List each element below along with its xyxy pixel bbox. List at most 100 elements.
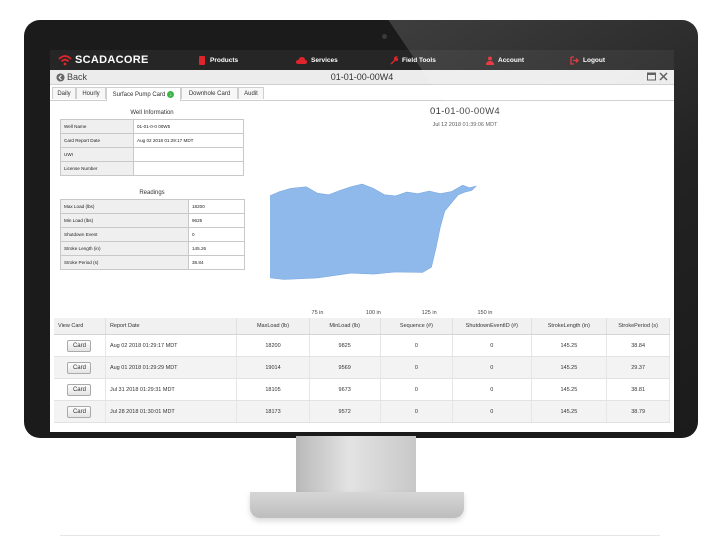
table-header-row: View Card Report Date MaxLoad (lb) MinLo… bbox=[54, 318, 670, 335]
logout-icon bbox=[570, 55, 579, 65]
nav-logout[interactable]: Logout bbox=[570, 54, 605, 66]
nav-logout-label: Logout bbox=[583, 56, 606, 64]
close-icon[interactable] bbox=[659, 72, 668, 81]
camera-dot bbox=[382, 34, 387, 39]
col-header: Report Date bbox=[105, 318, 238, 335]
readings-row: Max Load (lbs) 18200 bbox=[60, 199, 245, 214]
readings-value: 18200 bbox=[188, 199, 245, 214]
page-title: 01-01-00-00W4 bbox=[330, 72, 394, 82]
tab-bar: Daily Hourly Surface Pump Card ↓ Downhol… bbox=[50, 86, 674, 101]
chart-subtitle: Jul 12 2018 01:39:06 MDT bbox=[432, 122, 498, 128]
well-info-value bbox=[133, 147, 244, 162]
readings-table: Max Load (lbs) 18200 Min Load (lbs) 9625 S… bbox=[60, 199, 245, 270]
maximize-icon[interactable] bbox=[647, 72, 656, 81]
monitor-stand-base bbox=[250, 492, 464, 518]
card-history-table: View Card Report Date MaxLoad (lb) MinLo… bbox=[54, 318, 670, 423]
cell-min: 9825 bbox=[309, 334, 381, 357]
tab-daily[interactable]: Daily bbox=[52, 87, 76, 99]
well-info-row: License Number bbox=[60, 161, 244, 176]
logo-text: SCADACORE bbox=[75, 54, 149, 66]
nav-account[interactable]: Account bbox=[486, 54, 524, 66]
col-header: StrokePeriod (s) bbox=[606, 318, 670, 335]
logo[interactable]: SCADACORE bbox=[58, 53, 149, 67]
cell-period: 38.81 bbox=[606, 378, 670, 401]
x-tick-label: 100 in bbox=[366, 310, 381, 316]
monitor-frame: SCADACORE Products Services Field Tools … bbox=[24, 20, 698, 438]
cell-date: Jul 28 2018 01:30:01 MDT bbox=[105, 400, 238, 423]
product-icon bbox=[199, 55, 205, 65]
cell-date: Jul 31 2018 01:29:31 MDT bbox=[105, 378, 238, 401]
well-info-row: Card Report Date Aug 02 2018 01:29:17 MDT bbox=[60, 133, 244, 148]
nav-products-label: Products bbox=[210, 56, 239, 64]
user-icon bbox=[486, 56, 494, 65]
readings-value: 0 bbox=[188, 227, 245, 242]
cell-max: 18105 bbox=[236, 378, 310, 401]
nav-field-tools[interactable]: Field Tools bbox=[390, 54, 436, 66]
view-card-button[interactable]: Card bbox=[67, 383, 92, 396]
nav-products[interactable]: Products bbox=[198, 54, 238, 66]
col-header: Sequence (#) bbox=[380, 318, 454, 335]
readings-row: Min Load (lbs) 9625 bbox=[60, 213, 245, 228]
view-card-cell: Card bbox=[54, 378, 106, 401]
cell-date: Aug 01 2018 01:29:29 MDT bbox=[105, 356, 238, 379]
cell-min: 9673 bbox=[309, 378, 381, 401]
readings-value: 38.84 bbox=[188, 255, 245, 270]
cell-len: 145.25 bbox=[531, 356, 608, 379]
cell-period: 38.84 bbox=[606, 334, 670, 357]
cell-seq: 0 bbox=[380, 334, 454, 357]
cloud-icon bbox=[296, 56, 307, 64]
download-badge-icon: ↓ bbox=[167, 91, 175, 98]
well-info-key: UWI bbox=[60, 147, 134, 162]
tab-hourly[interactable]: Hourly bbox=[76, 87, 106, 99]
col-header: MaxLoad (lb) bbox=[236, 318, 310, 335]
readings-key: Stroke Period (s) bbox=[60, 255, 189, 270]
col-header: StrokeLength (in) bbox=[531, 318, 608, 335]
cell-max: 18200 bbox=[236, 334, 310, 357]
well-info-row: Well Name 01-01-0-0 00W5 bbox=[60, 119, 244, 134]
cell-shut: 0 bbox=[452, 400, 532, 423]
readings-row: Stroke Period (s) 38.84 bbox=[60, 255, 245, 270]
cell-period: 38.79 bbox=[606, 400, 670, 423]
cell-max: 18173 bbox=[236, 400, 310, 423]
chart-title: 01-01-00-00W4 bbox=[430, 106, 500, 117]
nav-services-label: Services bbox=[311, 56, 338, 64]
nav-services[interactable]: Services bbox=[296, 54, 338, 66]
well-info-row: UWI bbox=[60, 147, 244, 162]
tab-audit[interactable]: Audit bbox=[238, 87, 264, 99]
x-tick-label: 125 in bbox=[422, 310, 437, 316]
title-bar: Back 01-01-00-00W4 bbox=[50, 70, 674, 85]
cell-len: 145.25 bbox=[531, 334, 608, 357]
cell-len: 145.25 bbox=[531, 378, 608, 401]
pump-card-chart: 20000 lbs15000 lbs10000 lbs5000 lbs0 lbs… bbox=[270, 183, 493, 316]
well-info-value: 01-01-0-0 00W5 bbox=[133, 119, 244, 134]
readings-value: 145.26 bbox=[188, 241, 245, 256]
col-header: View Card bbox=[54, 318, 106, 335]
view-card-cell: Card bbox=[54, 334, 106, 357]
readings-row: Stroke Length (in) 145.26 bbox=[60, 241, 245, 256]
nav-field-tools-label: Field Tools bbox=[402, 56, 436, 64]
view-card-cell: Card bbox=[54, 400, 106, 423]
tab-downhole-card[interactable]: Downhole Card bbox=[181, 87, 238, 99]
tab-surface-pump-card-label: Surface Pump Card bbox=[112, 91, 166, 98]
wifi-logo-icon bbox=[58, 55, 72, 66]
cell-shut: 0 bbox=[452, 378, 532, 401]
view-card-button[interactable]: Card bbox=[67, 339, 92, 352]
view-card-cell: Card bbox=[54, 356, 106, 379]
well-info-title: Well Information bbox=[130, 110, 174, 116]
readings-key: Min Load (lbs) bbox=[60, 213, 189, 228]
tab-surface-pump-card[interactable]: Surface Pump Card ↓ bbox=[106, 87, 181, 101]
view-card-button[interactable]: Card bbox=[67, 361, 92, 374]
view-card-button[interactable]: Card bbox=[67, 405, 92, 418]
cell-len: 145.25 bbox=[531, 400, 608, 423]
floor-line bbox=[60, 535, 660, 536]
readings-key: Shutdown Event bbox=[60, 227, 189, 242]
well-info-value: Aug 02 2018 01:29:17 MDT bbox=[133, 133, 244, 148]
readings-key: Max Load (lbs) bbox=[60, 199, 189, 214]
well-info-table: Well Name 01-01-0-0 00W5 Card Report Date… bbox=[60, 119, 244, 176]
cell-shut: 0 bbox=[452, 334, 532, 357]
cell-min: 9569 bbox=[309, 356, 381, 379]
cell-period: 29.37 bbox=[606, 356, 670, 379]
readings-value: 9625 bbox=[188, 213, 245, 228]
x-tick-label: 75 in bbox=[312, 310, 324, 316]
cell-date: Aug 02 2018 01:29:17 MDT bbox=[105, 334, 238, 357]
